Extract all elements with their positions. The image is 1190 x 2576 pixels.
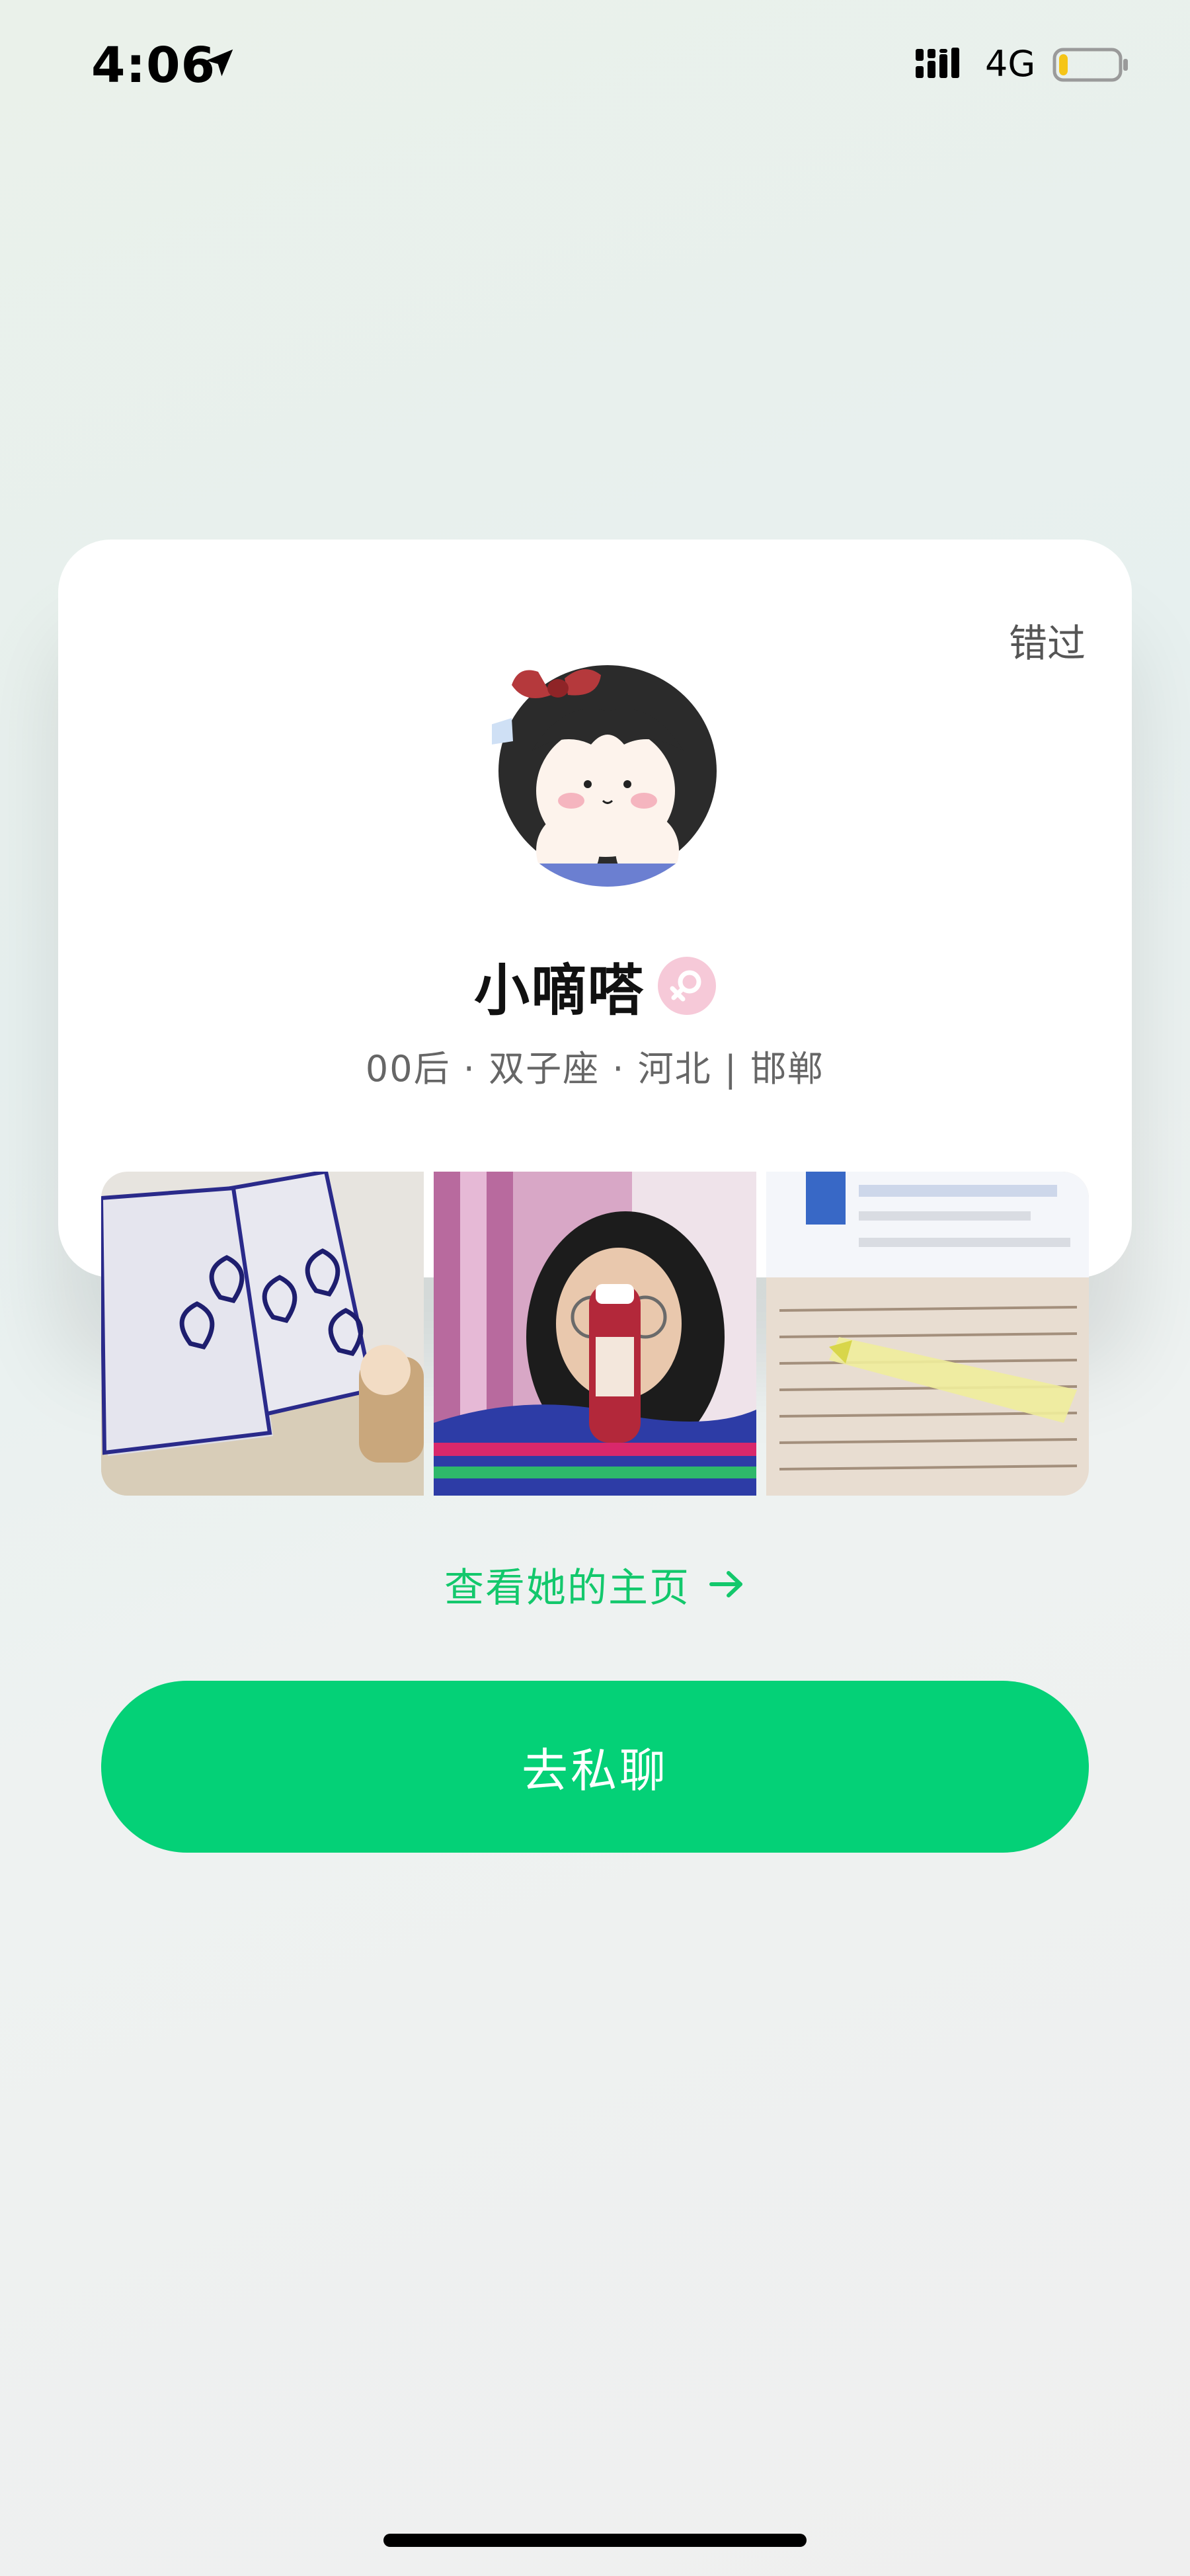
- network-type-label: 4G: [985, 43, 1036, 85]
- profile-subtitle: 00后 · 双子座 · 河北 | 邯郸: [365, 1048, 825, 1090]
- photo-face-masks[interactable]: [101, 1172, 424, 1496]
- photo-study-notes[interactable]: [766, 1172, 1089, 1496]
- signal-strength-icon: [916, 48, 959, 78]
- status-bar: 4:06 4G: [0, 0, 1190, 132]
- private-chat-button[interactable]: 去私聊: [101, 1681, 1089, 1853]
- photo-selfie-with-drink[interactable]: [434, 1172, 756, 1496]
- female-symbol-icon: [658, 957, 716, 1015]
- battery-icon: [1052, 48, 1128, 82]
- status-time: 4:06: [91, 37, 216, 94]
- view-profile-label: 查看她的主页: [444, 1564, 690, 1611]
- skip-button[interactable]: 错过: [1009, 612, 1086, 668]
- profile-card: 错过 小嘀嗒 00后 · 双子座 · 河北 | 邯郸 查看她的主页 去私聊: [58, 540, 1132, 1853]
- arrow-right-icon: [709, 1571, 742, 1597]
- home-indicator[interactable]: [383, 2534, 807, 2547]
- avatar[interactable]: [492, 659, 723, 890]
- location-arrow-icon: [206, 49, 233, 77]
- view-profile-link[interactable]: 查看她的主页: [58, 1551, 1132, 1617]
- user-name: 小嘀嗒: [473, 957, 645, 1023]
- name-row: 小嘀嗒: [58, 949, 1132, 1023]
